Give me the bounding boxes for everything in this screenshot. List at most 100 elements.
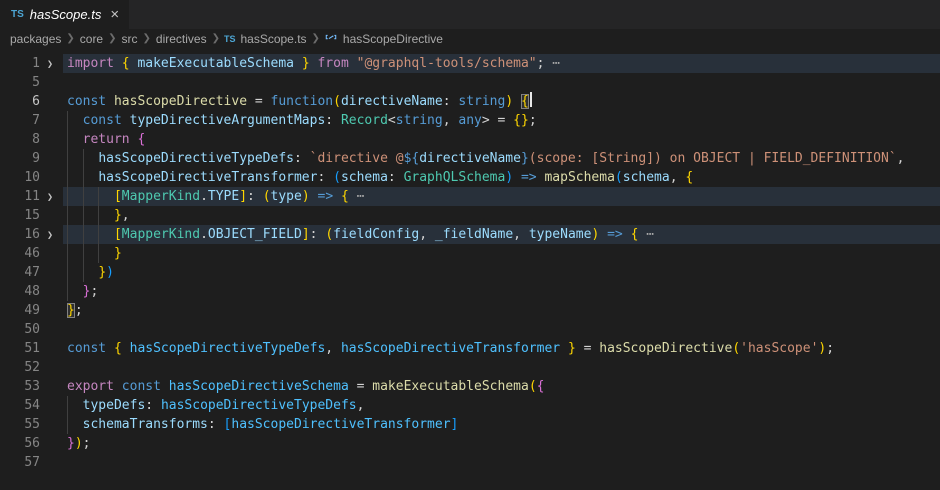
code-line[interactable]: 8 return {: [0, 130, 940, 149]
token: }: [98, 265, 106, 280]
token: hasScopeDirectiveTransformer: [341, 341, 560, 356]
token: ,: [897, 151, 905, 166]
code-line[interactable]: 56});: [0, 434, 940, 453]
code-text: };: [67, 282, 98, 301]
breadcrumb-item-src[interactable]: src: [121, 32, 139, 46]
token: makeExecutableSchema: [372, 379, 529, 394]
indent-guide: [98, 187, 99, 206]
indent-guide: [67, 111, 68, 130]
code-line[interactable]: 57: [0, 453, 940, 472]
code-line[interactable]: 46 }: [0, 244, 940, 263]
breadcrumb-item-file[interactable]: hasScope.ts: [239, 32, 307, 46]
token: return: [83, 132, 130, 147]
token: [161, 379, 169, 394]
indent-guide: [98, 206, 99, 225]
code-line[interactable]: 52: [0, 358, 940, 377]
code-line[interactable]: 7 const typeDirectiveArgumentMaps: Recor…: [0, 111, 940, 130]
token: [349, 56, 357, 71]
line-number: 56: [0, 434, 40, 453]
token: [122, 341, 130, 356]
indent-guide: [83, 206, 84, 225]
token: string: [396, 113, 443, 128]
token: [333, 189, 341, 204]
code-line[interactable]: 10 hasScopeDirectiveTransformer: (schema…: [0, 168, 940, 187]
token: =>: [521, 170, 537, 185]
token: [67, 208, 114, 223]
token: }: [67, 303, 75, 318]
code-lines[interactable]: 1❯import { makeExecutableSchema } from "…: [0, 48, 940, 472]
code-line[interactable]: 5: [0, 73, 940, 92]
token: hasScopeDirectiveSchema: [169, 379, 349, 394]
breadcrumb-item-symbol[interactable]: hasScopeDirective: [342, 32, 444, 46]
code-line[interactable]: 50: [0, 320, 940, 339]
token: const: [122, 379, 161, 394]
code-text: });: [67, 434, 90, 453]
typescript-file-icon: TS: [224, 34, 236, 44]
code-text: schemaTransforms: [hasScopeDirectiveTran…: [67, 415, 458, 434]
code-line[interactable]: 51const { hasScopeDirectiveTypeDefs, has…: [0, 339, 940, 358]
token: const: [83, 113, 122, 128]
token: hasScopeDirective: [114, 94, 247, 109]
code-line[interactable]: 9 hasScopeDirectiveTypeDefs: `directive …: [0, 149, 940, 168]
indent-guide: [67, 130, 68, 149]
token: ): [106, 265, 114, 280]
code-text: [MapperKind.OBJECT_FIELD]: (fieldConfig,…: [67, 225, 654, 244]
token: string: [458, 94, 505, 109]
token: [67, 246, 114, 261]
close-icon[interactable]: ×: [110, 7, 119, 22]
indent-guide: [67, 415, 68, 434]
token: [67, 189, 114, 204]
line-number: 48: [0, 282, 40, 301]
code-text: const { hasScopeDirectiveTypeDefs, hasSc…: [67, 339, 834, 358]
fold-chevron-icon[interactable]: ❯: [47, 226, 53, 245]
token: TYPE: [208, 189, 239, 204]
line-number: 5: [0, 73, 40, 92]
code-text: export const hasScopeDirectiveSchema = m…: [67, 377, 544, 396]
token: [67, 284, 83, 299]
token: function: [271, 94, 334, 109]
indent-guide: [83, 225, 84, 244]
code-line[interactable]: 53export const hasScopeDirectiveSchema =…: [0, 377, 940, 396]
fold-chevron-icon[interactable]: ❯: [47, 55, 53, 74]
line-number: 11: [0, 187, 40, 206]
token: typeName: [529, 227, 592, 242]
token: :: [388, 170, 404, 185]
token: (scope: [String]) on OBJECT | FIELD_DEFI…: [529, 151, 897, 166]
token: ]: [239, 189, 247, 204]
token: ,: [513, 227, 529, 242]
token: schema: [341, 170, 388, 185]
token: `directive @: [310, 151, 404, 166]
code-line[interactable]: 11❯ [MapperKind.TYPE]: (type) => { ⋯: [0, 187, 940, 206]
line-number: 9: [0, 149, 40, 168]
code-line[interactable]: 15 },: [0, 206, 940, 225]
token: [106, 341, 114, 356]
code-line[interactable]: 47 }): [0, 263, 940, 282]
indent-guide: [67, 149, 68, 168]
token: {: [122, 56, 130, 71]
token: hasScopeDirectiveTypeDefs: [130, 341, 326, 356]
code-line[interactable]: 1❯import { makeExecutableSchema } from "…: [0, 54, 940, 73]
code-line[interactable]: 55 schemaTransforms: [hasScopeDirectiveT…: [0, 415, 940, 434]
token: directiveName: [419, 151, 521, 166]
code-line[interactable]: 16❯ [MapperKind.OBJECT_FIELD]: (fieldCon…: [0, 225, 940, 244]
token: .: [200, 227, 208, 242]
code-line[interactable]: 6const hasScopeDirective = function(dire…: [0, 92, 940, 111]
breadcrumb-item-core[interactable]: core: [79, 32, 104, 46]
code-text: const hasScopeDirective = function(direc…: [67, 92, 532, 111]
tab-hasscope[interactable]: TS hasScope.ts ×: [0, 0, 129, 29]
editor-tab-bar: TS hasScope.ts ×: [0, 0, 940, 29]
token: (: [529, 379, 537, 394]
code-line[interactable]: 48 };: [0, 282, 940, 301]
breadcrumb-item-directives[interactable]: directives: [155, 32, 208, 46]
line-number: 52: [0, 358, 40, 377]
code-line[interactable]: 49};: [0, 301, 940, 320]
code-text: hasScopeDirectiveTransformer: (schema: G…: [67, 168, 693, 187]
breadcrumb-item-packages[interactable]: packages: [9, 32, 62, 46]
token: [67, 417, 83, 432]
code-line[interactable]: 54 typeDefs: hasScopeDirectiveTypeDefs,: [0, 396, 940, 415]
token: export: [67, 379, 114, 394]
fold-chevron-icon[interactable]: ❯: [47, 188, 53, 207]
token: {: [521, 94, 529, 109]
line-number: 57: [0, 453, 40, 472]
token: =>: [607, 227, 623, 242]
